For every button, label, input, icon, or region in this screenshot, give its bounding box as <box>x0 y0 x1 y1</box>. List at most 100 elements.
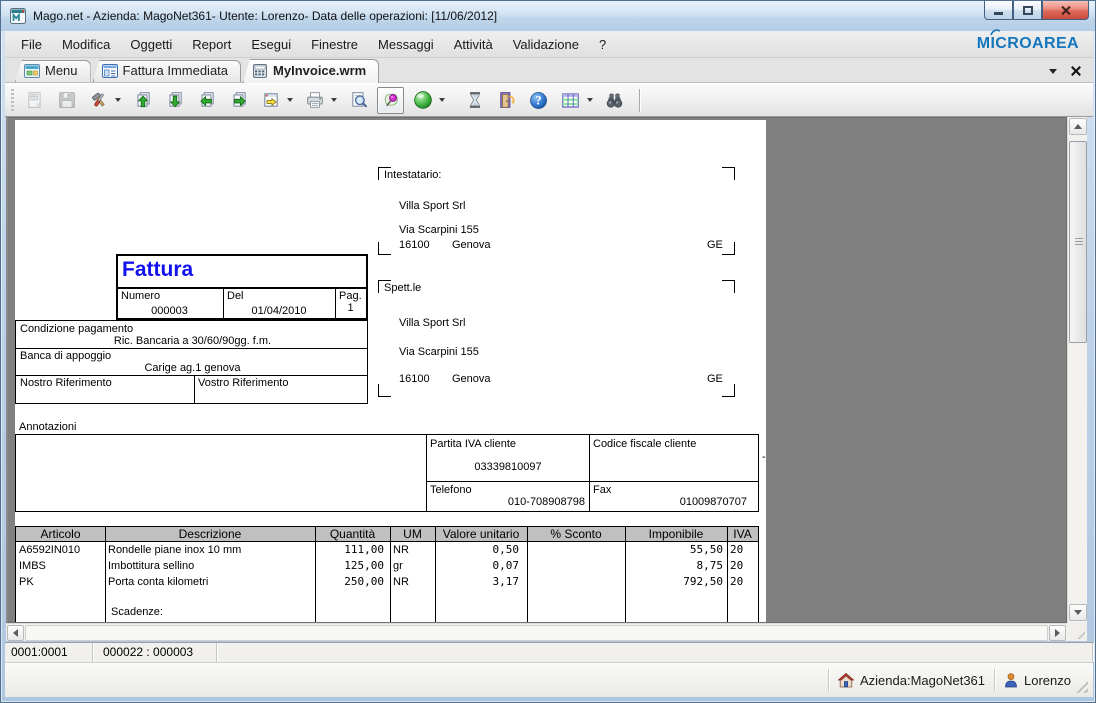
tools-button[interactable] <box>85 87 112 114</box>
run-dropdown-icon[interactable] <box>439 98 445 102</box>
menu-validazione[interactable]: Validazione <box>503 33 589 56</box>
toolbar-separator <box>639 89 640 112</box>
document-header-row: Numero 000003 Del 01/04/2010 Pag. 1 <box>118 287 366 318</box>
nostro-riferimento-label: Nostro Riferimento <box>20 377 112 390</box>
close-button[interactable] <box>1042 1 1089 20</box>
goto-page-button[interactable] <box>257 87 284 114</box>
application-status-bar: Azienda:MagoNet361 Lorenzo <box>5 662 1093 697</box>
tools-dropdown-icon[interactable] <box>115 98 121 102</box>
arrow-down-icon <box>1074 610 1082 615</box>
menu-modifica[interactable]: Modifica <box>52 33 120 56</box>
menu-messaggi[interactable]: Messaggi <box>368 33 444 56</box>
user-icon <box>1004 673 1018 688</box>
horizontal-scroll-thumb[interactable] <box>25 625 1048 641</box>
last-page-button[interactable] <box>161 87 188 114</box>
menu-oggetti[interactable]: Oggetti <box>120 33 182 56</box>
annotazioni-box: Partita IVA cliente 03339810097 Codice f… <box>15 434 759 512</box>
scroll-down-button[interactable] <box>1069 604 1087 621</box>
scrollbar-corner[interactable] <box>1067 623 1087 641</box>
menu-attivita[interactable]: Attività <box>444 33 503 56</box>
cell-um: gr <box>390 558 435 574</box>
menu-help[interactable]: ? <box>589 33 616 56</box>
minimize-button[interactable] <box>984 1 1013 20</box>
find-button[interactable] <box>601 87 628 114</box>
address-corner-mark <box>378 242 391 255</box>
close-report-button[interactable] <box>493 87 520 114</box>
next-page-button[interactable] <box>225 87 252 114</box>
titlebar: Mago.net - Azienda: MagoNet361- Utente: … <box>1 1 1096 31</box>
cell-quantita: 111,00 <box>315 542 390 558</box>
print-preview-button[interactable] <box>21 87 48 114</box>
spettle-cap: 16100 <box>399 373 430 386</box>
menu-report[interactable]: Report <box>182 33 241 56</box>
menu-file[interactable]: File <box>11 33 52 56</box>
document-title: Fattura <box>122 258 193 282</box>
table-row: A6592IN010 Rondelle piane inox 10 mm 111… <box>16 542 758 558</box>
zoom-button[interactable] <box>345 87 372 114</box>
tab-myinvoice[interactable]: MyInvoice.wrm <box>243 59 379 83</box>
pin-button[interactable] <box>377 87 404 114</box>
codice-fiscale-label: Codice fiscale cliente <box>593 438 696 451</box>
help-icon: ? <box>529 91 548 110</box>
azienda-status-item[interactable]: Azienda:MagoNet361 <box>838 673 985 688</box>
record-status-bar: 0001:0001 000022 : 000003 <box>5 642 1093 662</box>
tab-menu[interactable]: Menu <box>15 60 91 82</box>
horizontal-scrollbar[interactable] <box>6 623 1067 641</box>
print-button[interactable] <box>301 87 328 114</box>
grid-dropdown-icon[interactable] <box>587 98 593 102</box>
previous-page-icon <box>198 91 216 109</box>
vertical-scroll-thumb[interactable] <box>1069 141 1087 343</box>
tab-list-dropdown-icon[interactable] <box>1049 69 1057 74</box>
grid-layout-button[interactable] <box>557 87 584 114</box>
scroll-left-button[interactable] <box>7 625 24 641</box>
scadenze-label: Scadenze: <box>111 606 163 619</box>
fax-value: 01009870707 <box>589 496 747 509</box>
scroll-right-button[interactable] <box>1049 625 1066 641</box>
maximize-button[interactable] <box>1013 1 1042 20</box>
col-valore-unitario: Valore unitario <box>435 527 527 541</box>
address-corner-mark <box>722 167 735 180</box>
close-icon <box>1060 5 1071 16</box>
home-icon <box>838 673 854 688</box>
del-label: Del <box>227 290 244 303</box>
first-page-button[interactable] <box>129 87 156 114</box>
wait-hourglass-button[interactable] <box>461 87 488 114</box>
resize-grip[interactable] <box>1075 680 1088 693</box>
print-dropdown-icon[interactable] <box>331 98 337 102</box>
print-preview-icon <box>26 91 44 109</box>
tab-myinvoice-label: MyInvoice.wrm <box>273 63 366 78</box>
intestatario-city: Genova <box>452 239 491 252</box>
scroll-up-button[interactable] <box>1069 118 1087 135</box>
status-empty-cell <box>217 643 1093 662</box>
user-label: Lorenzo <box>1024 673 1071 688</box>
cell-articolo: PK <box>16 574 105 590</box>
toolbar-grip[interactable] <box>11 89 14 111</box>
previous-page-button[interactable] <box>193 87 220 114</box>
save-report-button[interactable] <box>53 87 80 114</box>
cell-imponibile: 8,75 <box>625 558 727 574</box>
numero-label: Numero <box>121 290 160 303</box>
vertical-scrollbar[interactable] <box>1067 117 1087 623</box>
help-button[interactable]: ? <box>525 87 552 114</box>
next-page-icon <box>230 91 248 109</box>
numero-value: 000003 <box>118 305 221 318</box>
zoom-icon <box>350 91 368 109</box>
cell-sconto <box>527 574 625 590</box>
tab-fattura-immediata[interactable]: Fattura Immediata <box>93 60 242 82</box>
statusbar-separator <box>994 669 995 691</box>
cell-descrizione: Rondelle piane inox 10 mm <box>105 542 315 558</box>
menu-finestre[interactable]: Finestre <box>301 33 368 56</box>
cell-um: NR <box>390 542 435 558</box>
goto-page-dropdown-icon[interactable] <box>287 98 293 102</box>
toolbar: ? <box>5 83 1093 117</box>
invoice-tab-icon <box>252 64 268 78</box>
tab-close-icon[interactable] <box>1071 66 1081 76</box>
user-status-item[interactable]: Lorenzo <box>1004 673 1071 688</box>
document-header-box: Fattura Numero 000003 Del 01/04/2010 Pag… <box>116 254 368 320</box>
run-button[interactable] <box>409 87 436 114</box>
cell-descrizione: Imbottitura sellino <box>105 558 315 574</box>
arrow-up-icon <box>1074 124 1082 129</box>
cell-quantita: 250,00 <box>315 574 390 590</box>
menu-esegui[interactable]: Esegui <box>241 33 301 56</box>
svg-text:?: ? <box>535 93 541 107</box>
